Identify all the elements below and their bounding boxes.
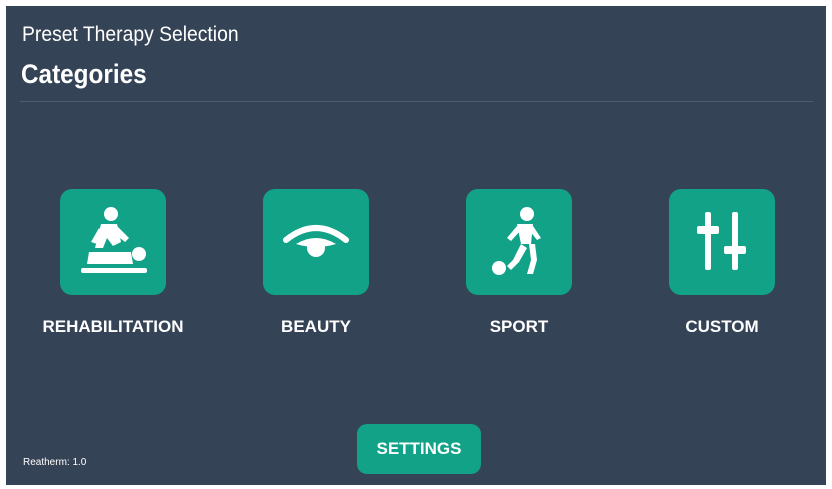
- page-title: Categories: [21, 59, 147, 89]
- category-tile-beauty[interactable]: [263, 189, 369, 295]
- category-tile-custom[interactable]: [669, 189, 775, 295]
- version-label: Reatherm: 1.0: [23, 457, 87, 468]
- sliders-icon: [697, 212, 746, 270]
- header-divider: [20, 101, 813, 102]
- soccer-player-icon: [492, 207, 541, 275]
- massage-therapy-icon: [81, 207, 147, 273]
- category-beauty[interactable]: BEAUTY: [216, 189, 416, 349]
- category-tile-sport[interactable]: [466, 189, 572, 295]
- category-label-beauty: BEAUTY: [281, 317, 351, 336]
- category-label-sport: SPORT: [489, 317, 549, 336]
- app-screen: Preset Therapy Selection Categories REHA…: [6, 6, 826, 485]
- category-label-custom: CUSTOM: [685, 317, 759, 336]
- category-custom[interactable]: CUSTOM: [622, 189, 822, 349]
- settings-button[interactable]: SETTINGS: [357, 424, 481, 474]
- category-label-rehabilitation: REHABILITATION: [42, 317, 184, 336]
- eye-icon: [283, 225, 349, 257]
- page-subtitle: Preset Therapy Selection: [22, 23, 239, 46]
- category-sport[interactable]: SPORT: [419, 189, 619, 349]
- category-rehabilitation[interactable]: REHABILITATION: [13, 189, 213, 349]
- category-tile-rehabilitation[interactable]: [60, 189, 166, 295]
